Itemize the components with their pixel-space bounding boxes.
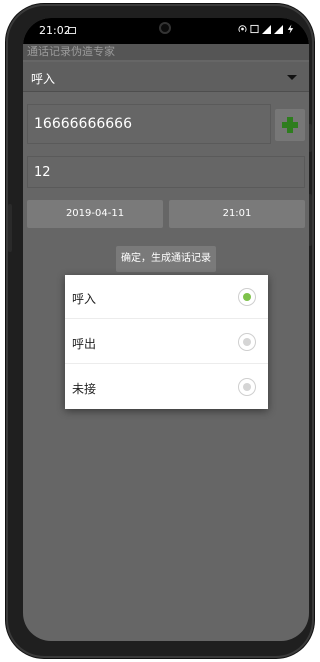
radio-button[interactable] [238, 378, 256, 396]
dropdown-arrow-icon [287, 75, 297, 80]
divider [65, 363, 268, 364]
radio-dot [243, 293, 251, 301]
dialog-option-outgoing[interactable]: 呼出 [65, 320, 268, 364]
add-contact-button[interactable] [275, 109, 305, 141]
radio-dot [243, 338, 251, 346]
plus-icon-vertical [287, 117, 293, 133]
charging-icon [287, 24, 294, 34]
divider [65, 318, 268, 319]
call-type-dialog: 呼入 呼出 未接 [65, 275, 268, 409]
front-camera [159, 22, 171, 34]
screen: 21:02 通话记录伪造专家 呼入 16666666666 12 2019-04… [23, 18, 309, 641]
hotspot-icon [238, 25, 247, 32]
app-title: 通话记录伪造专家 [23, 44, 309, 60]
status-icons [238, 24, 295, 34]
radio-button-checked[interactable] [238, 288, 256, 306]
time-picker-button[interactable]: 21:01 [169, 200, 305, 228]
radio-button[interactable] [238, 333, 256, 351]
status-time: 21:02 [39, 24, 71, 37]
count-input[interactable]: 12 [27, 156, 305, 188]
phone-number-input[interactable]: 16666666666 [27, 104, 271, 144]
generate-call-log-button[interactable]: 确定，生成通话记录 [116, 246, 216, 272]
option-label: 未接 [72, 382, 97, 396]
call-type-value: 呼入 [31, 72, 56, 86]
phone-frame: 21:02 通话记录伪造专家 呼入 16666666666 12 2019-04… [6, 4, 314, 658]
cellular-signal-icon [262, 24, 271, 34]
date-picker-button[interactable]: 2019-04-11 [27, 200, 163, 228]
dialog-option-incoming[interactable]: 呼入 [65, 275, 268, 319]
image-notification-icon [68, 27, 76, 34]
call-type-spinner[interactable]: 呼入 [23, 62, 309, 92]
dialog-option-missed[interactable]: 未接 [65, 365, 268, 409]
cellular-signal-icon [274, 24, 283, 34]
volume-button [8, 204, 12, 252]
option-label: 呼入 [72, 292, 97, 306]
status-bar: 21:02 [23, 18, 309, 44]
wifi-icon [250, 24, 259, 34]
option-label: 呼出 [72, 337, 97, 351]
radio-dot [243, 383, 251, 391]
